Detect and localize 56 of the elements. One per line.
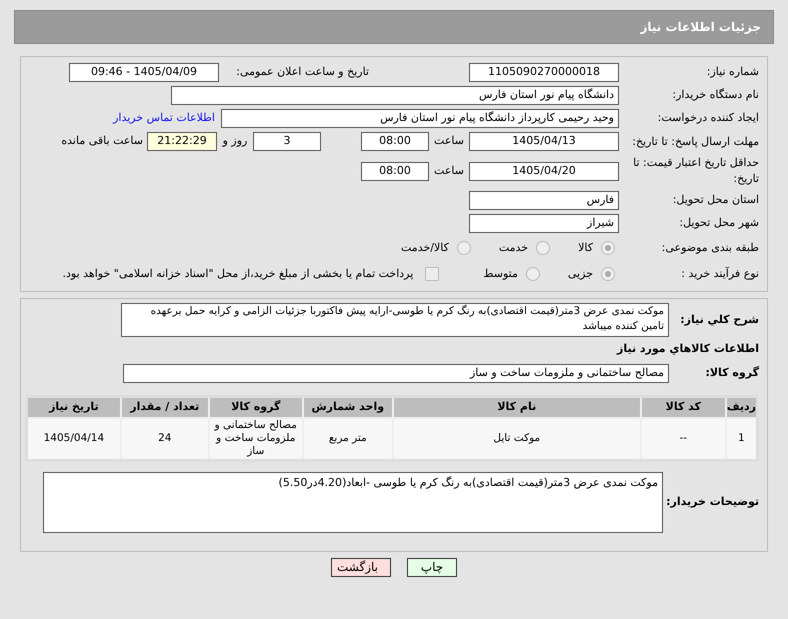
radio-button[interactable] [601, 241, 615, 255]
radio-label: خدمت [498, 240, 528, 256]
description-textarea[interactable]: موکت نمدی عرض 3متر(قیمت اقتصادی)به رنگ کرم یا طوسی-ارایه پیش فاکتوربا جزئیات الزامی و کرایه حمل برعهده تامین کننده میباشد [121, 303, 669, 337]
text-field[interactable]: مصالح ساختمانی و ملزومات ساخت و ساز [123, 364, 669, 382]
column-header: گروه کالا [208, 396, 303, 418]
field-label: تاریخ و ساعت اعلان عمومی: [235, 64, 369, 80]
text-field[interactable]: فارس [469, 191, 619, 210]
text-field[interactable]: 1405/04/13 [469, 132, 619, 151]
column-header: نام کالا [392, 396, 641, 418]
text-field[interactable]: 21:22:29 [147, 132, 217, 151]
checkbox-label: پرداخت تمام یا بخشی از مبلغ خرید،از محل "اسناد خزانه اسلامی" خواهد بود. [62, 266, 414, 282]
notes-textarea[interactable]: موکت نمدی عرض 3متر(قیمت اقتصادی)به رنگ کرم یا طوسی -ابعاد(4.20در5.50) [43, 472, 663, 532]
field-label: ساعت [433, 133, 465, 150]
text-field[interactable]: وحید رحیمی کارپرداز دانشگاه پیام نور استان فارس [221, 109, 619, 128]
page-title: جزئیات اطلاعات نیاز [640, 19, 761, 36]
field-label: شهر محل تحویل: [678, 215, 759, 232]
back-button[interactable]: بازگشت [331, 558, 391, 576]
text-field[interactable]: 1405/04/09 - 09:46 [69, 63, 219, 82]
text-field[interactable]: شیراز [469, 214, 619, 233]
text-field[interactable]: 1405/04/20 [469, 162, 619, 180]
column-header: ردیف [726, 396, 758, 418]
field-label: شرح کلي نياز: [679, 312, 759, 328]
text-field[interactable]: 1105090270000018 [469, 63, 619, 82]
print-button[interactable]: چاپ [407, 558, 457, 576]
radio-label: کالا [578, 240, 593, 256]
field-label: روز و [221, 133, 248, 150]
field-label: توضیحات خریدار: [665, 494, 759, 510]
field-label: مهلت ارسال پاسخ: تا تاریخ: [631, 134, 759, 150]
radio-label: متوسط [483, 266, 518, 282]
radio-label: کالا/خدمت [401, 240, 449, 256]
field-label: ساعت [433, 162, 465, 179]
field-label: نوع فرآیند خرید : [680, 266, 759, 282]
column-header: تاریخ نیاز [26, 396, 121, 418]
radio-label: جزیی [568, 266, 593, 282]
contact-link[interactable]: اطلاعات تماس خریدار [113, 110, 215, 127]
text-field[interactable]: 08:00 [361, 162, 429, 180]
field-label: استان محل تحویل: [672, 192, 759, 208]
field-label: طبقه بندی موضوعی: [660, 240, 759, 256]
column-header: تعداد / مقدار [120, 396, 209, 418]
radio-button[interactable] [526, 267, 540, 281]
radio-button[interactable] [601, 267, 615, 281]
field-label: نام دستگاه خریدار: [671, 87, 759, 104]
field-label: شماره نیاز: [706, 64, 759, 80]
text-field[interactable]: 08:00 [361, 132, 429, 151]
radio-button[interactable] [456, 241, 471, 255]
checkbox[interactable] [425, 267, 440, 281]
radio-button[interactable] [536, 241, 550, 255]
field-label: ساعت باقی مانده [61, 133, 143, 150]
section-title: اطلاعات کالاهاي مورد نياز [616, 341, 759, 357]
field-label: ایجاد کننده درخواست: [656, 110, 759, 126]
field-label: گروه کالا: [704, 364, 759, 381]
text-field[interactable]: دانشگاه پیام نور استان فارس [171, 86, 619, 105]
column-header: واحد شمارش [302, 396, 393, 418]
field-label: حداقل تاریخ اعتبار قیمت: تا تاریخ: [632, 155, 759, 187]
column-header: کد کالا [640, 396, 726, 418]
text-field[interactable]: 3 [253, 132, 321, 151]
